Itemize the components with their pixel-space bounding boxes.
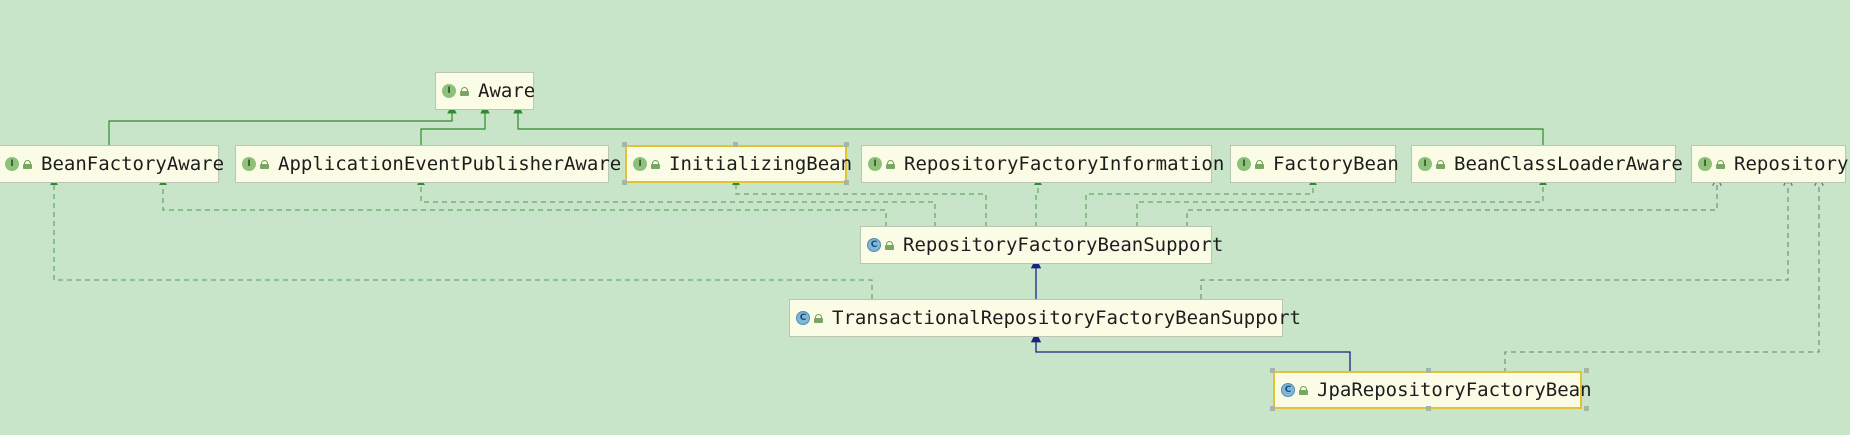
node-label: InitializingBean	[669, 153, 853, 175]
interface-icon: I	[633, 157, 647, 171]
interface-icon: I	[5, 157, 19, 171]
node-label: Aware	[478, 80, 536, 102]
interface-icon: I	[1418, 157, 1432, 171]
class-node-transactionalrepositoryfactorybeansupport[interactable]: C TransactionalRepositoryFactoryBeanSupp…	[789, 299, 1301, 337]
class-node-repository[interactable]: I Repository	[1691, 145, 1849, 183]
node-label: RepositoryFactoryBeanSupport	[903, 234, 1224, 256]
node-label: FactoryBean	[1273, 153, 1399, 175]
interface-icon: I	[1698, 157, 1712, 171]
interface-icon: I	[1237, 157, 1251, 171]
edge-jpa-to-trfbs	[1030, 331, 1351, 373]
lock-icon	[1436, 159, 1445, 169]
class-node-initializingbean[interactable]: I InitializingBean	[625, 145, 852, 183]
edge-trfbs-to-repository	[1200, 178, 1788, 299]
selection-handle[interactable]	[1426, 368, 1431, 373]
node-label: ApplicationEventPublisherAware	[278, 153, 622, 175]
class-icon: C	[796, 311, 810, 325]
selection-handle[interactable]	[844, 142, 849, 147]
interface-icon: I	[242, 157, 256, 171]
lock-icon	[651, 159, 660, 169]
selection-handle[interactable]	[1270, 368, 1275, 373]
lock-icon	[1299, 385, 1308, 395]
node-label: BeanClassLoaderAware	[1454, 153, 1683, 175]
lock-icon	[886, 159, 895, 169]
node-label: Repository	[1734, 153, 1849, 175]
lock-icon	[1716, 159, 1725, 169]
edge-rfbs-to-beanclassloaderaware	[1136, 177, 1547, 227]
lock-icon	[23, 159, 32, 169]
class-node-jparepositoryfactorybean[interactable]: C JpaRepositoryFactoryBean	[1273, 371, 1592, 409]
class-node-factorybean[interactable]: I FactoryBean	[1230, 145, 1399, 183]
selection-handle[interactable]	[733, 142, 738, 147]
class-icon: C	[867, 238, 881, 252]
edge-rfbs-to-applicationeventpublisheraware	[417, 177, 936, 227]
interface-icon: I	[868, 157, 882, 171]
node-label: JpaRepositoryFactoryBean	[1317, 379, 1592, 401]
class-node-aware[interactable]: I Aware	[435, 72, 536, 110]
class-node-repositoryfactoryinformation[interactable]: I RepositoryFactoryInformation	[861, 145, 1224, 183]
lock-icon	[885, 240, 894, 250]
lock-icon	[814, 313, 823, 323]
lock-icon	[460, 86, 469, 96]
node-label: BeanFactoryAware	[41, 153, 225, 175]
selection-handle[interactable]	[622, 180, 627, 185]
selection-handle[interactable]	[622, 142, 627, 147]
edge-applicationeventpublisheraware-to-aware	[420, 104, 490, 146]
edge-jpa-to-repository	[1504, 178, 1819, 373]
selection-handle[interactable]	[1426, 406, 1431, 411]
node-label: TransactionalRepositoryFactoryBeanSuppor…	[832, 307, 1301, 329]
class-node-beanfactoryaware[interactable]: I BeanFactoryAware	[0, 145, 224, 183]
uml-class-diagram: I Aware I BeanFactoryAware I Application…	[0, 0, 1850, 435]
class-icon: C	[1281, 383, 1295, 397]
lock-icon	[260, 159, 269, 169]
selection-handle[interactable]	[844, 180, 849, 185]
lock-icon	[1255, 159, 1264, 169]
edge-beanclassloaderaware-to-aware	[513, 104, 1544, 146]
class-node-beanclassloaderaware[interactable]: I BeanClassLoaderAware	[1411, 145, 1683, 183]
selection-handle[interactable]	[1270, 406, 1275, 411]
edge-rfbs-to-repositoryfactoryinformation	[1034, 177, 1042, 227]
selection-handle[interactable]	[1584, 406, 1589, 411]
interface-icon: I	[442, 84, 456, 98]
edge-beanfactoryaware-to-aware	[108, 104, 457, 146]
diagram-edges	[50, 104, 1850, 373]
edge-trfbs-to-beanfactoryaware	[50, 177, 873, 299]
class-node-applicationeventpublisheraware[interactable]: I ApplicationEventPublisherAware	[235, 145, 621, 183]
class-node-repositoryfactorybeansupport[interactable]: C RepositoryFactoryBeanSupport	[860, 226, 1223, 264]
selection-handle[interactable]	[1584, 368, 1589, 373]
node-label: RepositoryFactoryInformation	[904, 153, 1225, 175]
